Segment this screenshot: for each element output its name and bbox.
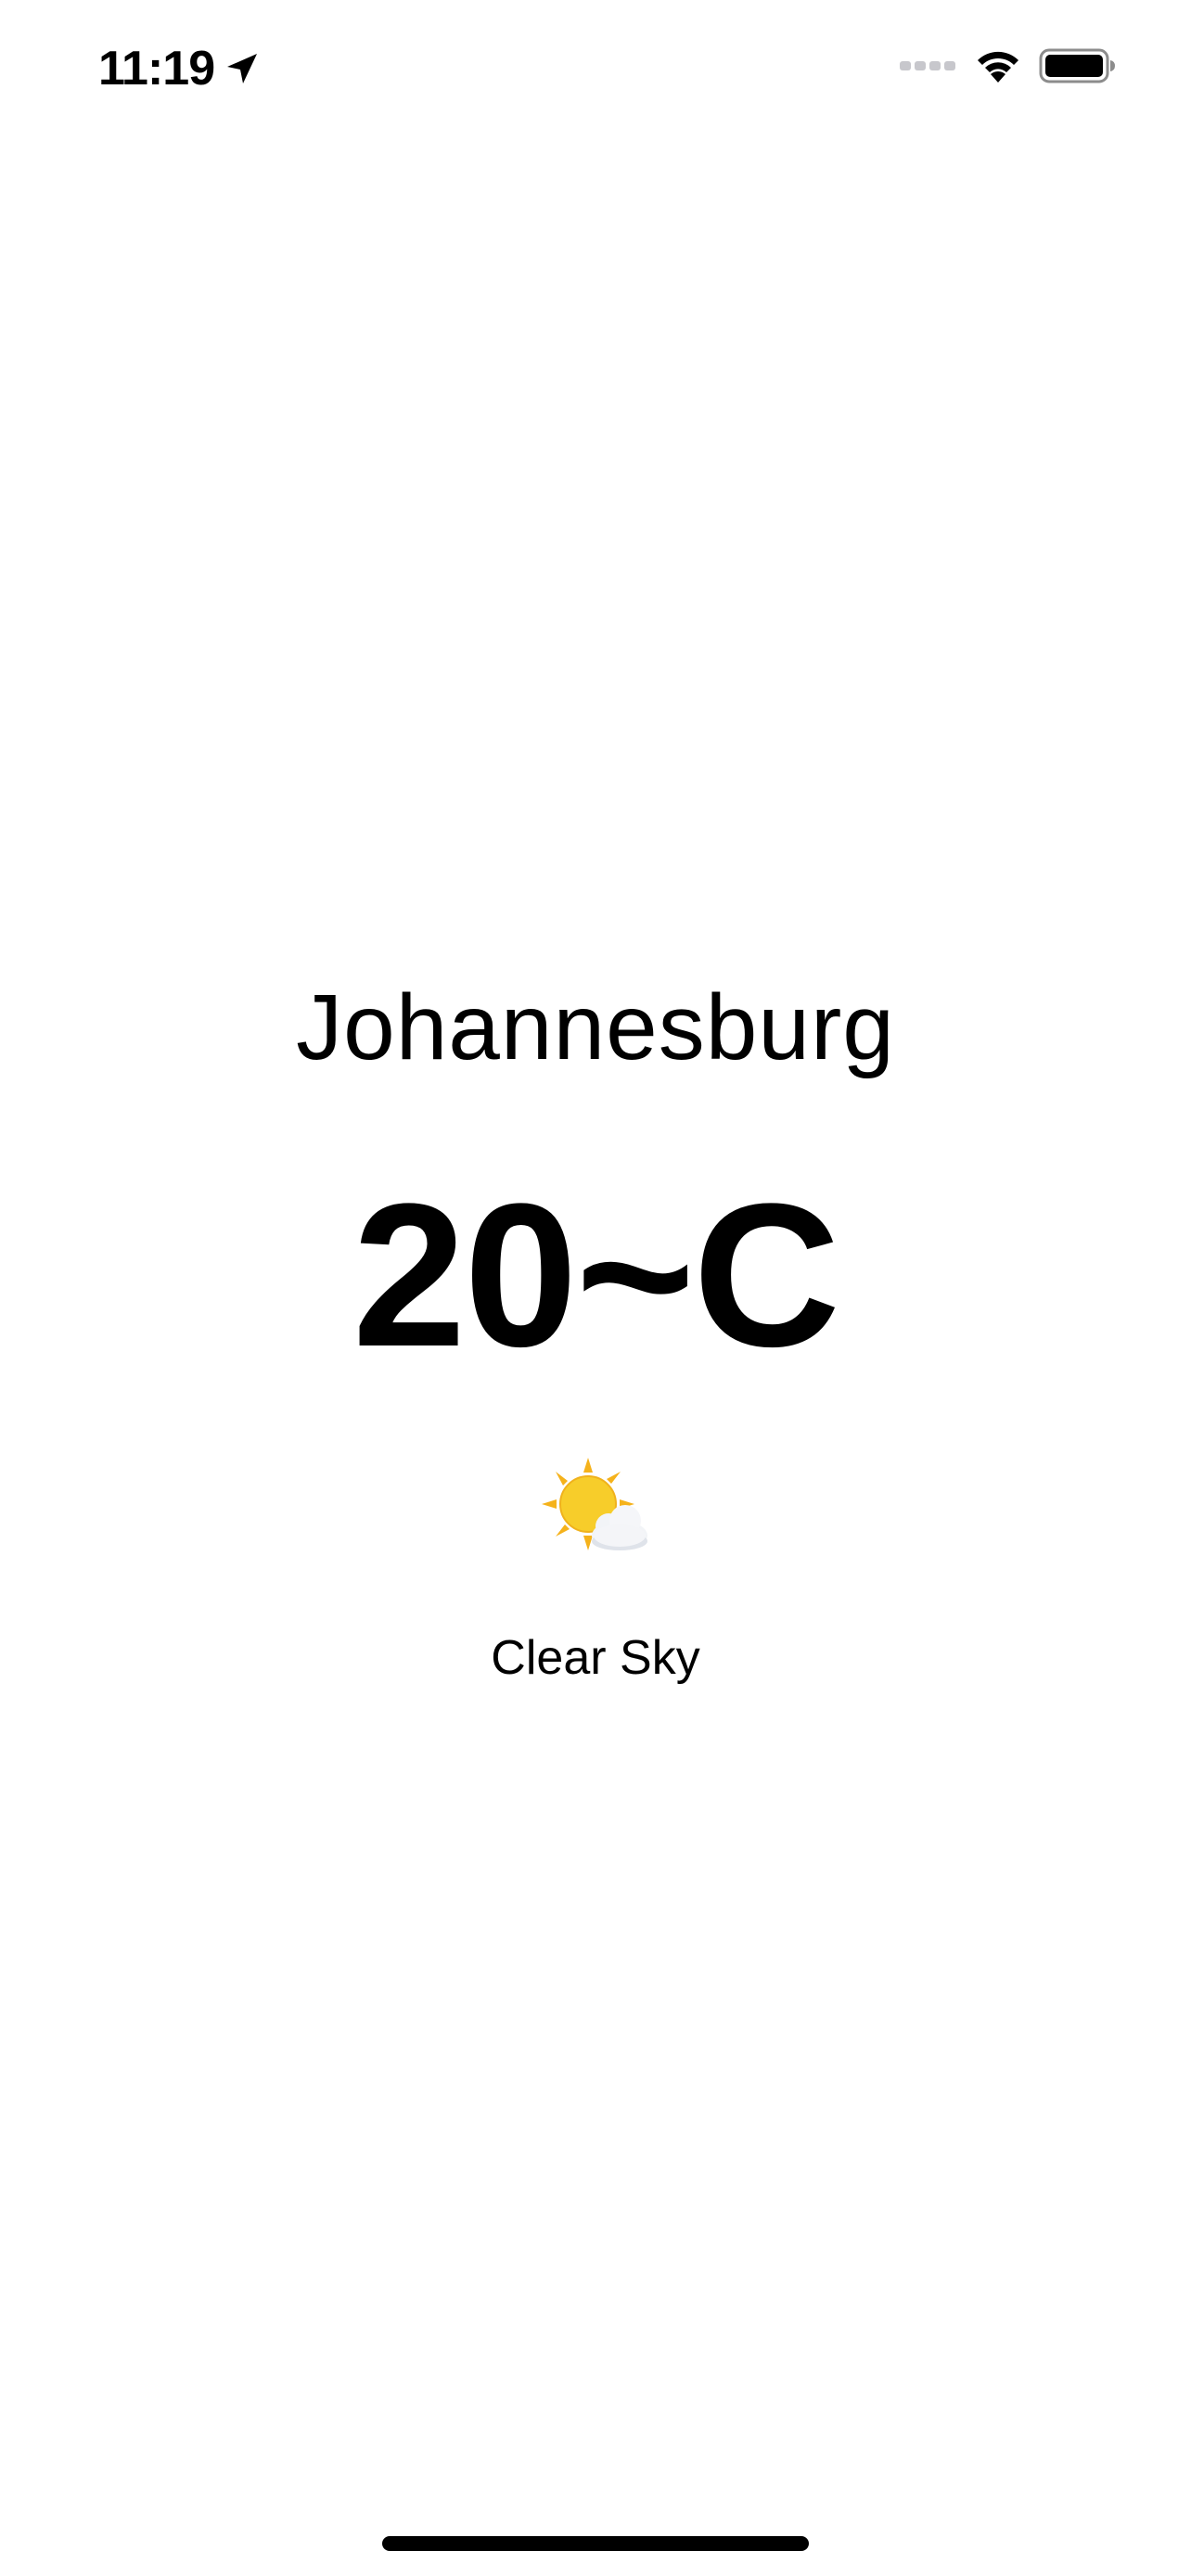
home-indicator[interactable] [382,2536,809,2551]
city-name: Johannesburg [296,976,895,1079]
weather-main: Johannesburg 20~C Clear Sky [0,0,1191,2576]
weather-condition: Clear Sky [491,1631,700,1685]
sun-behind-cloud-icon [540,1456,651,1567]
temperature: 20~C [352,1161,840,1389]
